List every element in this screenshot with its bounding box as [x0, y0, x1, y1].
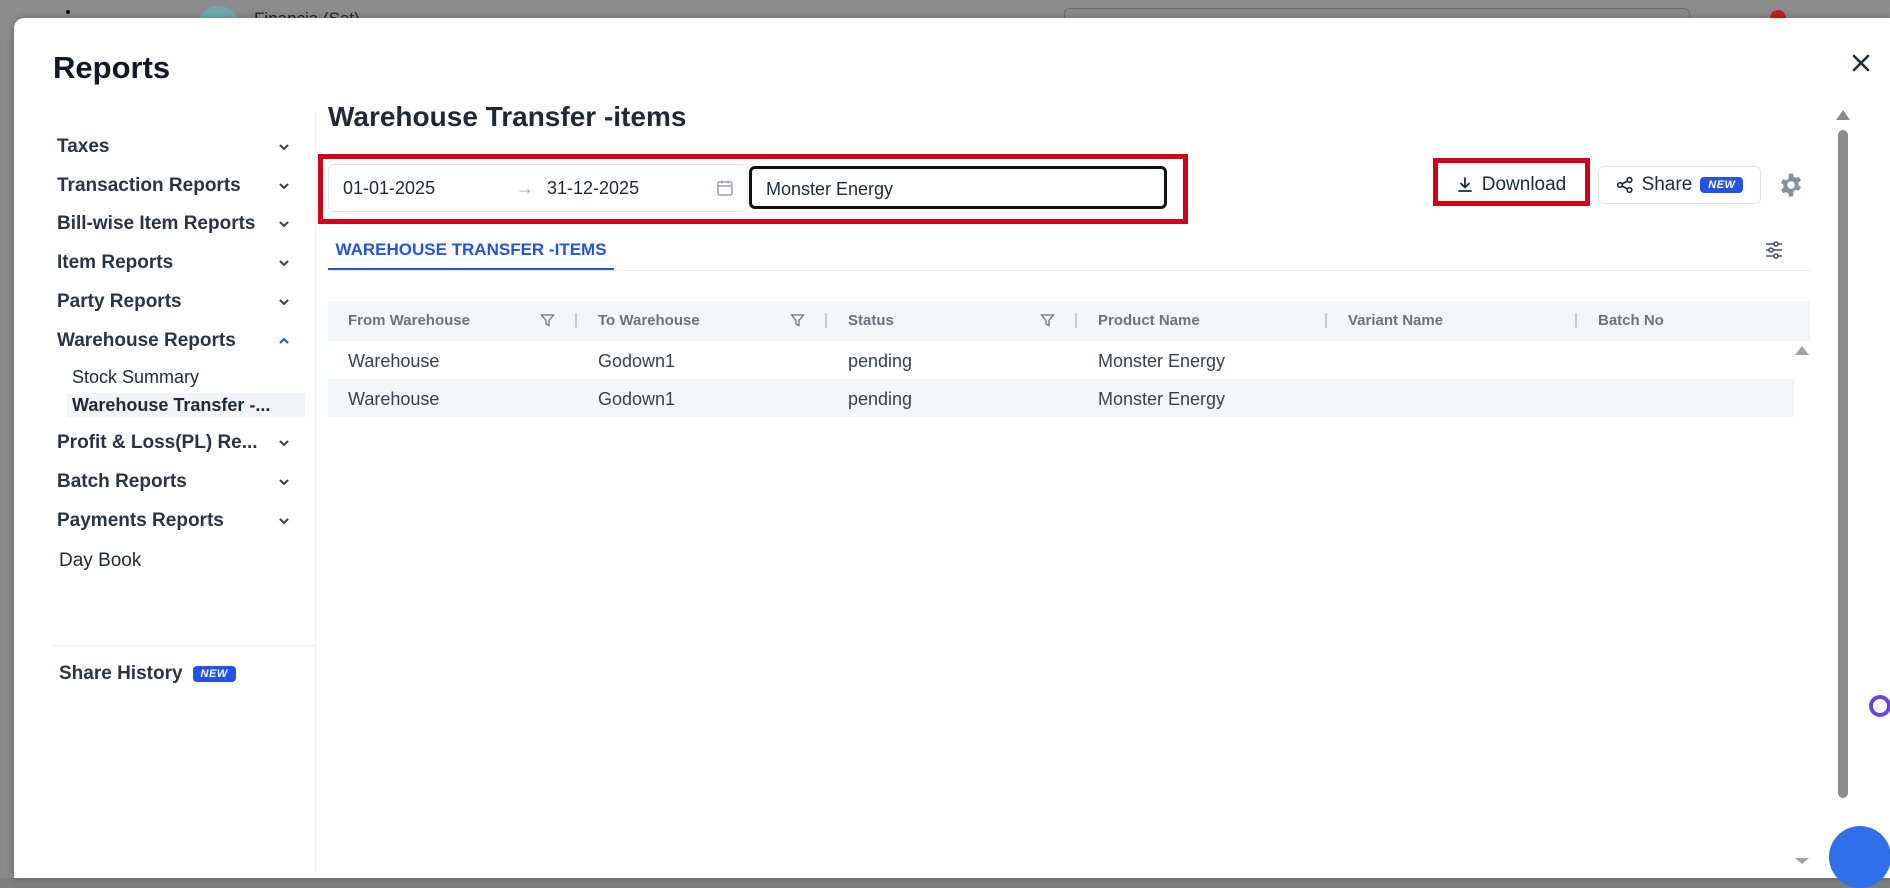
sidebar-item-payments-reports[interactable]: Payments Reports [57, 506, 315, 536]
filter-icon[interactable] [540, 313, 555, 328]
table-header: From Warehouse To Warehouse Status Produ… [328, 301, 1810, 341]
cell-status: pending [848, 389, 913, 409]
chevron-down-icon [279, 479, 289, 486]
cell-status: pending [848, 351, 913, 371]
share-history-label: Share History [59, 663, 183, 684]
chevron-up-icon [279, 337, 289, 344]
column-header-batch-no[interactable]: Batch No [1598, 312, 1664, 329]
share-history-link[interactable]: Share History NEW [59, 663, 236, 685]
reports-modal: Reports Taxes Transaction Reports Bill-w… [14, 18, 1890, 878]
table-row[interactable]: Warehouse Godown1 pending Monster Energy [328, 379, 1794, 417]
column-header-from-warehouse[interactable]: From Warehouse [348, 312, 470, 329]
filter-icon[interactable] [790, 313, 805, 328]
column-resize-handle[interactable] [1075, 313, 1077, 328]
report-title: Warehouse Transfer -items [328, 101, 687, 132]
table-scroll-up-arrow[interactable] [1795, 346, 1809, 355]
sidebar-item-item-reports[interactable]: Item Reports [57, 248, 315, 278]
cell-product-name: Monster Energy [1098, 389, 1226, 409]
sidebar-item-label: Party Reports [57, 291, 182, 312]
sidebar-item-label: Warehouse Reports [57, 330, 236, 351]
sidebar-item-label: Item Reports [57, 252, 174, 273]
sidebar-item-profit-loss[interactable]: Profit & Loss(PL) Re... [57, 428, 315, 458]
chevron-down-icon [279, 518, 289, 525]
chevron-down-icon [279, 221, 289, 228]
close-button[interactable] [1844, 46, 1878, 80]
modal-scrollbar[interactable] [1838, 130, 1848, 798]
new-badge: NEW [192, 666, 236, 682]
chevron-down-icon [279, 299, 289, 306]
table-row[interactable]: Warehouse Godown1 pending Monster Energy [328, 341, 1794, 379]
assistant-icon [1869, 695, 1890, 717]
sidebar-subitem-warehouse-transfer[interactable]: Warehouse Transfer -... [67, 393, 305, 417]
column-resize-handle[interactable] [825, 313, 827, 328]
column-header-to-warehouse[interactable]: To Warehouse [598, 312, 700, 329]
chevron-down-icon [279, 183, 289, 190]
column-resize-handle[interactable] [575, 313, 577, 328]
sidebar-item-taxes[interactable]: Taxes [57, 132, 315, 162]
sidebar-item-label: Transaction Reports [57, 175, 241, 196]
download-button[interactable]: Download [1441, 166, 1581, 204]
sidebar-item-day-book[interactable]: Day Book [59, 550, 141, 572]
sidebar-subitem-stock-summary[interactable]: Stock Summary [72, 367, 199, 388]
new-badge: NEW [1700, 177, 1744, 193]
tab-warehouse-transfer-items[interactable]: WAREHOUSE TRANSFER -ITEMS [328, 237, 614, 271]
sidebar-item-warehouse-reports[interactable]: Warehouse Reports [57, 326, 315, 356]
column-resize-handle[interactable] [1325, 313, 1327, 328]
sliders-icon [1766, 241, 1782, 259]
tab-divider [328, 270, 1810, 271]
settings-button[interactable] [1778, 172, 1804, 198]
sidebar-item-party-reports[interactable]: Party Reports [57, 287, 315, 317]
chevron-down-icon [279, 440, 289, 447]
sidebar-item-transaction-reports[interactable]: Transaction Reports [57, 171, 315, 201]
cell-product-name: Monster Energy [1098, 351, 1226, 371]
share-label: Share [1641, 174, 1693, 195]
apps-widget[interactable] [1862, 634, 1890, 668]
column-resize-handle[interactable] [1575, 313, 1577, 328]
menu-dots-icon [66, 10, 70, 14]
gear-icon [1781, 173, 1801, 197]
close-icon [1852, 54, 1870, 72]
cell-from-warehouse: Warehouse [348, 389, 440, 409]
highlight-box [318, 154, 1188, 224]
download-label: Download [1481, 174, 1567, 195]
table-scroll-down-arrow[interactable] [1795, 858, 1809, 864]
sidebar-item-batch-reports[interactable]: Batch Reports [57, 467, 315, 497]
sidebar-item-label: Profit & Loss(PL) Re... [57, 432, 258, 453]
modal-title: Reports [53, 50, 171, 85]
column-header-status[interactable]: Status [848, 312, 894, 329]
sidebar-item-label: Batch Reports [57, 471, 187, 492]
chevron-down-icon [279, 260, 289, 267]
sidebar-item-bill-wise-item-reports[interactable]: Bill-wise Item Reports [57, 209, 315, 239]
chevron-down-icon [279, 144, 289, 151]
cell-from-warehouse: Warehouse [348, 351, 440, 371]
sidebar-item-label: Taxes [57, 136, 110, 157]
modal-scroll-up-arrow[interactable] [1836, 110, 1850, 120]
share-button[interactable]: Share NEW [1598, 166, 1761, 204]
column-header-variant-name[interactable]: Variant Name [1348, 312, 1443, 329]
chat-button[interactable] [1829, 826, 1890, 888]
cell-to-warehouse: Godown1 [598, 389, 676, 409]
share-icon [1616, 176, 1633, 194]
cell-to-warehouse: Godown1 [598, 351, 676, 371]
column-header-product-name[interactable]: Product Name [1098, 312, 1200, 329]
filter-icon[interactable] [1040, 313, 1055, 328]
sidebar-divider [53, 645, 315, 646]
reports-sidebar: Taxes Transaction Reports Bill-wise Item… [53, 112, 316, 872]
sidebar-item-label: Payments Reports [57, 510, 224, 531]
sidebar-item-label: Bill-wise Item Reports [57, 213, 256, 234]
column-settings-button[interactable] [1764, 240, 1784, 260]
download-icon [1457, 177, 1472, 192]
